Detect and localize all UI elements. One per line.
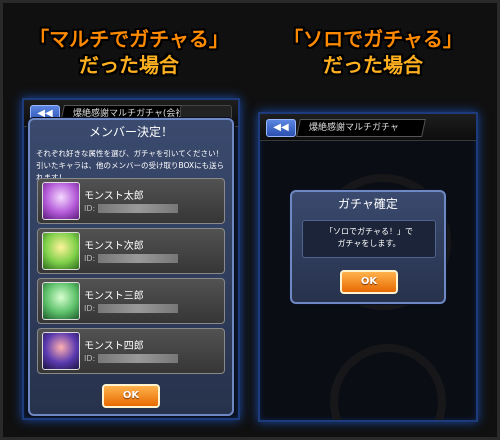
member-name: モンスト太郎	[84, 191, 144, 202]
gacha-confirm-title: ガチャ確定	[338, 197, 398, 211]
avatar	[42, 232, 80, 270]
left-phone-screen: ◀◀ 爆絶感謝マルチガチャ(会社) メンバー決定！ それぞれ好きな属性を選び、ガ…	[22, 98, 240, 420]
member-dialog-title: メンバー決定！	[88, 125, 173, 139]
member-id-label: ID:	[84, 304, 96, 313]
right-heading-line2: だった場合	[323, 53, 423, 77]
left-heading-line1: 「マルチでガチャる」	[29, 27, 229, 51]
ok-button[interactable]: OK	[102, 384, 160, 408]
id-redacted	[98, 204, 178, 213]
member-card[interactable]: モンスト次郎 ID:	[37, 228, 225, 274]
right-heading-line1: 「ソロでガチャる」	[283, 27, 463, 51]
right-topbar-title: 爆絶感謝マルチガチャ	[296, 119, 426, 137]
avatar	[42, 282, 80, 320]
avatar	[42, 182, 80, 220]
member-card[interactable]: モンスト四郎 ID:	[37, 328, 225, 374]
id-redacted	[98, 254, 178, 263]
member-card[interactable]: モンスト太郎 ID:	[37, 178, 225, 224]
id-redacted	[98, 354, 178, 363]
right-topbar: ◀◀ 爆絶感謝マルチガチャ	[260, 114, 476, 141]
member-dialog: メンバー決定！ それぞれ好きな属性を選び、ガチャを引いてください！ 引いたキャラ…	[28, 118, 234, 416]
member-name: モンスト三郎	[84, 291, 144, 302]
left-heading: 「マルチでガチャる」 だった場合	[18, 26, 240, 78]
avatar	[42, 332, 80, 370]
member-name: モンスト四郎	[84, 341, 144, 352]
member-id-label: ID:	[84, 254, 96, 263]
back-button[interactable]: ◀◀	[266, 119, 296, 137]
id-redacted	[98, 304, 178, 313]
member-name: モンスト次郎	[84, 241, 144, 252]
gacha-confirm-dialog: ガチャ確定 「ソロでガチャる！」で ガチャをします。 OK	[290, 190, 446, 304]
right-heading: 「ソロでガチャる」 だった場合	[262, 26, 484, 78]
right-phone-screen: ◀◀ 爆絶感謝マルチガチャ ガチャ確定 「ソロでガチャる！」で ガチャをします。…	[258, 112, 478, 422]
background-emblem	[330, 344, 446, 420]
ok-button[interactable]: OK	[340, 270, 398, 294]
gacha-confirm-message: 「ソロでガチャる！」で ガチャをします。	[325, 227, 413, 248]
member-card[interactable]: モンスト三郎 ID:	[37, 278, 225, 324]
left-heading-line2: だった場合	[79, 53, 179, 77]
double-left-arrow-icon: ◀◀	[273, 122, 289, 133]
member-id-label: ID:	[84, 354, 96, 363]
member-id-label: ID:	[84, 204, 96, 213]
gacha-confirm-message-box: 「ソロでガチャる！」で ガチャをします。	[302, 220, 436, 258]
